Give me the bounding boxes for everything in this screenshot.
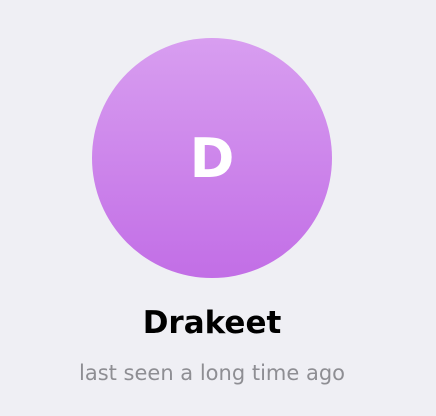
avatar-initial: D xyxy=(189,127,235,190)
profile-header: D Drakeet last seen a long time ago xyxy=(0,0,436,416)
last-seen-status: last seen a long time ago xyxy=(78,361,346,385)
profile-name: Drakeet xyxy=(142,305,282,341)
avatar[interactable]: D xyxy=(92,38,332,278)
